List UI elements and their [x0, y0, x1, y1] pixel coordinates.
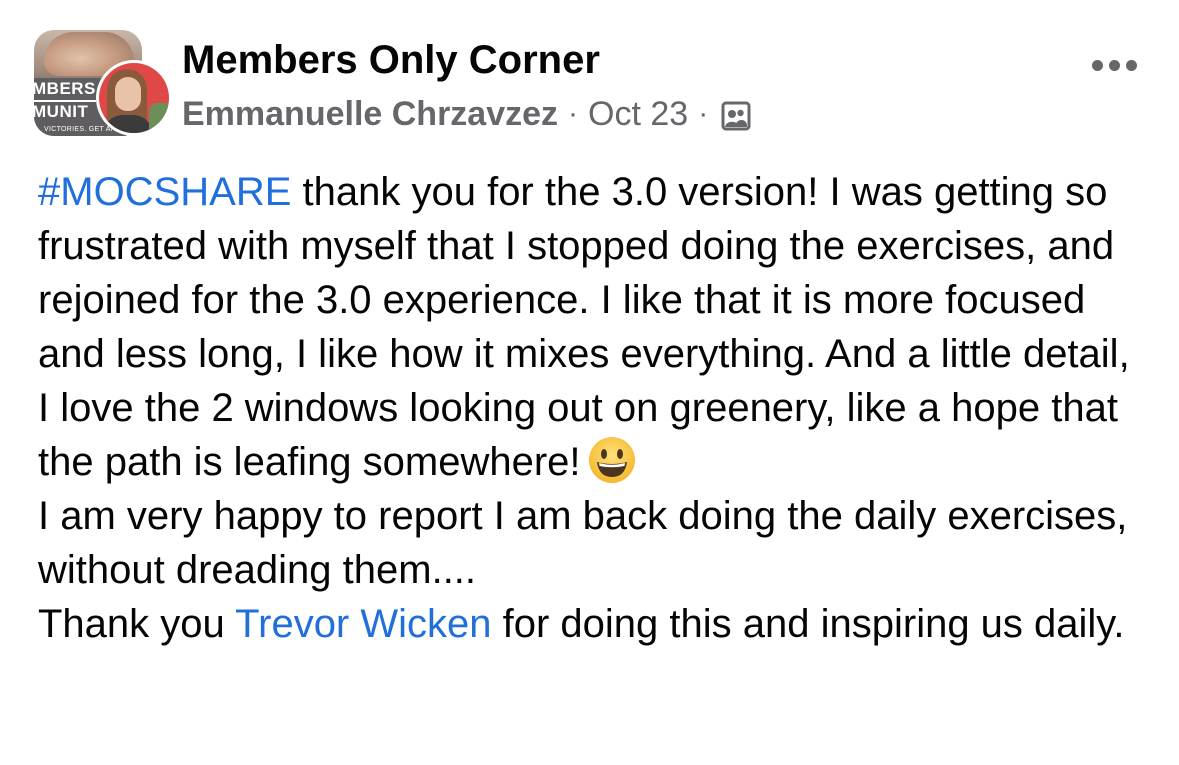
more-options-icon[interactable] [1084, 50, 1144, 80]
post-paragraph-2: I am very happy to report I am back doin… [38, 494, 1128, 592]
post-paragraph-3-start: Thank you [38, 602, 236, 646]
group-avatar-text-1: MBERS [34, 79, 96, 98]
hashtag-link[interactable]: #MOCSHARE [38, 170, 291, 214]
meta-separator-2: · [698, 97, 709, 131]
post-paragraph-3: Thank you Trevor Wicken for doing this a… [38, 597, 1148, 651]
author-avatar-plant [149, 103, 169, 133]
author-avatar-photo [99, 63, 169, 133]
more-dot [1091, 59, 1103, 71]
group-avatar-text-2: MUNIT [34, 102, 89, 121]
post-header: MBERS MUNIT VICTORIES. GET AN Members On… [34, 30, 1144, 140]
post-paragraph-1-text: thank you for the 3.0 version! I was get… [38, 170, 1130, 484]
more-dot [1125, 59, 1137, 71]
post-paragraph-1: #MOCSHARE thank you for the 3.0 version!… [38, 165, 1148, 489]
post-text: #MOCSHARE thank you for the 3.0 version!… [38, 165, 1148, 651]
avatar-stack[interactable]: MBERS MUNIT VICTORIES. GET AN [34, 30, 172, 140]
mention-link[interactable]: Trevor Wicken [235, 602, 491, 646]
post-paragraph-3-end: for doing this and inspiring us daily. [491, 602, 1125, 646]
author-name-link[interactable]: Emmanuelle Chrzavzez [182, 94, 558, 135]
group-name-link[interactable]: Members Only Corner [182, 38, 600, 82]
grinning-face-emoji [587, 435, 637, 485]
group-members-icon[interactable] [720, 100, 752, 132]
post-date-link[interactable]: Oct 23 [588, 94, 688, 135]
post-meta: Emmanuelle Chrzavzez · Oct 23 · [182, 94, 752, 135]
more-dot [1108, 59, 1120, 71]
author-avatar-face [115, 77, 141, 111]
author-avatar[interactable] [96, 60, 172, 136]
meta-separator: · [568, 97, 579, 131]
post-card: MBERS MUNIT VICTORIES. GET AN Members On… [0, 0, 1179, 765]
